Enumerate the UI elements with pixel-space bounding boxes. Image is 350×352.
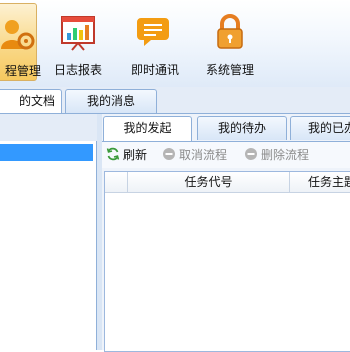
tab-my-messages[interactable]: 我的消息 bbox=[65, 89, 157, 113]
delete-circle-icon bbox=[245, 148, 257, 160]
refresh-button[interactable]: 刷新 bbox=[106, 147, 147, 163]
row-indicator-header bbox=[105, 172, 128, 192]
column-header-task-code[interactable]: 任务代号 bbox=[128, 172, 290, 192]
system-lock-icon bbox=[217, 14, 243, 49]
workflow-pane: 我的发起 我的待办 我的已办 刷新 取消流程 bbox=[102, 114, 350, 352]
cancel-flow-label: 取消流程 bbox=[179, 148, 228, 162]
ribbon-label: 程管理 bbox=[5, 64, 42, 78]
grid-header: 任务代号 任务主题 bbox=[105, 172, 350, 193]
tab-my-done[interactable]: 我的已办 bbox=[290, 116, 350, 140]
cancel-circle-icon bbox=[163, 148, 175, 160]
tab-my-todo[interactable]: 我的待办 bbox=[197, 116, 287, 140]
delete-flow-label: 删除流程 bbox=[261, 148, 310, 162]
ribbon-instant-message-button[interactable]: 即时通讯 bbox=[127, 3, 183, 81]
instant-message-icon bbox=[137, 18, 169, 46]
tab-my-initiated[interactable]: 我的发起 bbox=[103, 116, 192, 142]
folder-tree-pane bbox=[0, 141, 97, 350]
ribbon-label: 日志报表 bbox=[53, 63, 102, 77]
ribbon-label: 即时通讯 bbox=[130, 63, 179, 77]
column-header-task-subject[interactable]: 任务主题 bbox=[290, 172, 350, 192]
content-area: 我的发起 我的待办 我的已办 刷新 取消流程 bbox=[0, 114, 350, 352]
tab-my-documents[interactable]: 的文档 bbox=[0, 89, 62, 115]
refresh-icon bbox=[106, 147, 120, 161]
selected-tree-item[interactable] bbox=[0, 144, 93, 161]
report-chart-icon bbox=[61, 16, 95, 51]
cancel-flow-button[interactable]: 取消流程 bbox=[162, 147, 227, 163]
ribbon-process-management-button[interactable]: 程管理 bbox=[0, 3, 42, 81]
workflow-toolbar: 刷新 取消流程 删除流程 bbox=[102, 142, 350, 168]
ribbon-report-button[interactable]: 日志报表 bbox=[52, 3, 104, 81]
refresh-label: 刷新 bbox=[123, 148, 148, 162]
ribbon-system-management-button[interactable]: 系统管理 bbox=[202, 3, 258, 81]
delete-flow-button[interactable]: 删除流程 bbox=[244, 147, 309, 163]
ribbon-label: 系统管理 bbox=[205, 63, 254, 77]
task-grid: 任务代号 任务主题 bbox=[104, 171, 350, 352]
main-tab-strip: 的文档 我的消息 bbox=[0, 87, 350, 115]
ribbon-toolbar: 程管理 日志报表 即时通讯 系统管理 bbox=[0, 0, 350, 88]
process-management-icon bbox=[1, 20, 35, 50]
